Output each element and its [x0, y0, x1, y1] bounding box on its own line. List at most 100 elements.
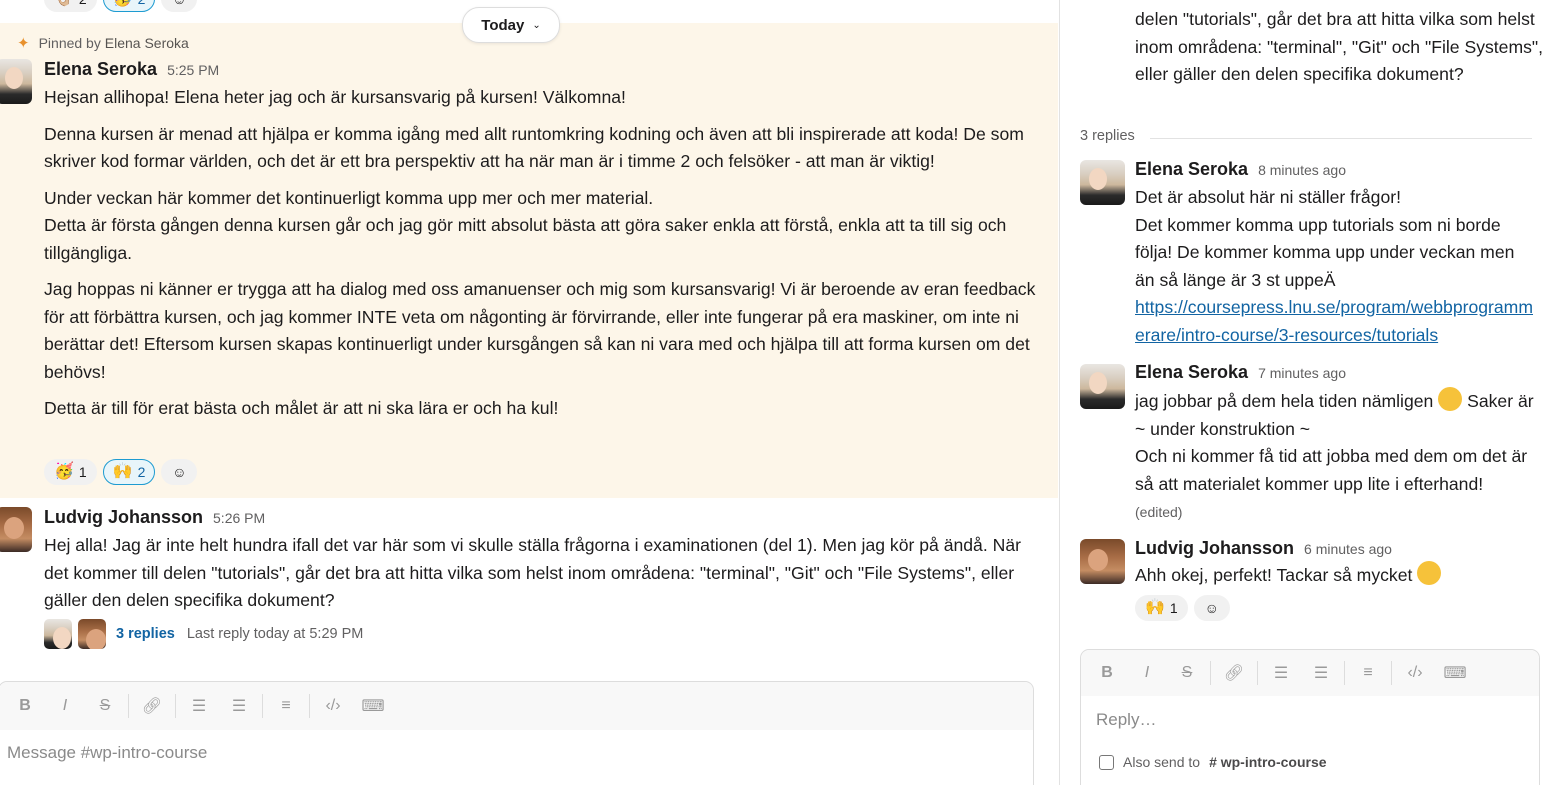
code-block-icon[interactable]: ⌨: [1435, 657, 1475, 689]
strikethrough-icon[interactable]: S: [85, 690, 125, 722]
reply-header: Elena Seroka 8 minutes ago: [1135, 159, 1346, 180]
thread-pane: delen "tutorials", går det bra att hitta…: [1059, 0, 1558, 785]
timestamp[interactable]: 8 minutes ago: [1258, 162, 1346, 178]
author-name[interactable]: Elena Seroka: [44, 59, 157, 80]
bullet-list-icon[interactable]: ☰: [219, 690, 259, 722]
reaction-party[interactable]: 🥳 2: [102, 0, 156, 12]
message-composer: B I S 🔗︎ ☰ ☰ ≡ ‹/› ⌨ Message #wp-intro-c…: [0, 681, 1034, 785]
formatting-toolbar: B I S 🔗︎ ☰ ☰ ≡ ‹/› ⌨: [0, 682, 1033, 730]
toolbar-divider: [1257, 661, 1258, 685]
message-paragraph: Under veckan här kommer det kontinuerlig…: [44, 187, 654, 208]
raised-hands-emoji: 🙌: [112, 463, 133, 480]
code-block-icon[interactable]: ⌨: [353, 690, 393, 722]
reply-header: Elena Seroka 7 minutes ago: [1135, 362, 1346, 383]
link-icon[interactable]: 🔗︎: [1214, 657, 1254, 689]
author-name[interactable]: Elena Seroka: [1135, 362, 1248, 383]
author-name[interactable]: Elena Seroka: [1135, 159, 1248, 180]
reaction-count: 2: [79, 0, 87, 7]
ordered-list-icon[interactable]: ☰: [1261, 657, 1301, 689]
message-paragraph: Jag hoppas ni känner er trygga att ha di…: [44, 279, 1036, 382]
blockquote-icon[interactable]: ≡: [1348, 657, 1388, 689]
pinned-prefix: Pinned by: [38, 35, 101, 51]
toolbar-divider: [1210, 661, 1211, 685]
code-icon[interactable]: ‹/›: [313, 690, 353, 722]
reply-avatar: [44, 619, 72, 649]
toolbar-divider: [309, 694, 310, 718]
timestamp[interactable]: 6 minutes ago: [1304, 541, 1392, 557]
message-paragraph: Hejsan allihopa! Elena heter jag och är …: [44, 87, 626, 107]
raised-hands-emoji: 🙌: [1145, 599, 1165, 616]
reply-body: Det är absolut här ni ställer frågor! De…: [1135, 184, 1535, 349]
message-body: Hejsan allihopa! Elena heter jag och är …: [44, 84, 1044, 432]
author-name[interactable]: Ludvig Johansson: [1135, 538, 1294, 559]
author-name[interactable]: Ludvig Johansson: [44, 507, 203, 528]
code-icon[interactable]: ‹/›: [1395, 657, 1435, 689]
avatar[interactable]: [0, 59, 32, 104]
avatar[interactable]: [0, 507, 32, 552]
tutorials-link[interactable]: https://coursepress.lnu.se/program/webbp…: [1135, 297, 1533, 345]
reply-header: Ludvig Johansson 6 minutes ago: [1135, 538, 1392, 559]
message-paragraph: Denna kursen är menad att hjälpa er komm…: [44, 123, 1024, 172]
add-reaction-button[interactable]: ☺: [161, 459, 198, 485]
toolbar-divider: [128, 694, 129, 718]
add-reaction-icon: ☺: [172, 0, 186, 7]
timestamp[interactable]: 5:25 PM: [167, 62, 219, 78]
timestamp[interactable]: 7 minutes ago: [1258, 365, 1346, 381]
thread-parent-message: delen "tutorials", går det bra att hitta…: [1135, 9, 1544, 84]
thread-reply-count: 3 replies: [1080, 128, 1135, 144]
add-reaction-button[interactable]: ☺: [1193, 595, 1230, 621]
toolbar-divider: [1391, 661, 1392, 685]
bold-icon[interactable]: B: [5, 690, 45, 722]
italic-icon[interactable]: I: [45, 690, 85, 722]
reaction-ok-hand[interactable]: 👌🏼 2: [44, 0, 97, 12]
timestamp[interactable]: 5:26 PM: [213, 510, 265, 526]
message-header: Elena Seroka 5:25 PM: [44, 59, 219, 80]
message-header: Ludvig Johansson 5:26 PM: [44, 507, 265, 528]
strikethrough-icon[interactable]: S: [1167, 657, 1207, 689]
also-send-checkbox[interactable]: [1099, 754, 1114, 770]
toolbar-divider: [1344, 661, 1345, 685]
reply-text: jag jobbar på dem hela tiden nämligen: [1135, 391, 1434, 411]
bullet-list-icon[interactable]: ☰: [1301, 657, 1341, 689]
winking-face-emoji: [1438, 387, 1463, 411]
avatar[interactable]: [1080, 539, 1125, 584]
party-emoji: 🥳: [113, 0, 133, 7]
avatar[interactable]: [1080, 364, 1125, 409]
reaction-raised-hands[interactable]: 🙌 2: [102, 459, 156, 485]
reply-text: Och ni kommer få tid att jobba med dem o…: [1135, 446, 1528, 494]
reaction-party[interactable]: 🥳 1: [44, 459, 97, 485]
link-icon[interactable]: 🔗︎: [132, 690, 172, 722]
reply-input[interactable]: Reply…: [1081, 696, 1539, 740]
smiling-face-emoji: [1417, 561, 1442, 585]
previous-message-reactions: 👌🏼 2 🥳 2 ☺: [44, 0, 198, 12]
channel-pane: 👌🏼 2 🥳 2 ☺ Today ⌄ ✦ Pinned by Elena Ser…: [0, 0, 1058, 785]
reply-line: Det kommer komma upp tutorials som ni bo…: [1135, 214, 1515, 290]
reply-line: Det är absolut här ni ställer frågor!: [1135, 187, 1401, 207]
replies-link[interactable]: 3 replies: [116, 626, 175, 642]
date-divider-label: Today: [481, 16, 525, 34]
chevron-down-icon: ⌄: [532, 19, 541, 31]
toolbar-divider: [175, 694, 176, 718]
reaction-count: 2: [137, 464, 146, 480]
blockquote-icon[interactable]: ≡: [266, 690, 306, 722]
pin-icon: ✦: [17, 35, 30, 52]
ordered-list-icon[interactable]: ☰: [179, 690, 219, 722]
bold-icon[interactable]: B: [1087, 657, 1127, 689]
message-input[interactable]: Message #wp-intro-course: [0, 730, 1033, 776]
date-divider-button[interactable]: Today ⌄: [462, 7, 560, 43]
add-reaction-button[interactable]: ☺: [161, 0, 198, 12]
avatar[interactable]: [1080, 160, 1125, 205]
reply-reactions: 🙌 1 ☺: [1135, 595, 1230, 621]
reaction-count: 1: [78, 464, 87, 480]
message-reactions: 🥳 1 🙌 2 ☺: [44, 459, 198, 485]
message-body: Hej alla! Jag är inte helt hundra ifall …: [44, 535, 1021, 610]
also-send-option[interactable]: Also send to # wp-intro-course: [1099, 754, 1327, 770]
thread-summary[interactable]: 3 replies Last reply today at 5:29 PM: [44, 619, 363, 649]
reaction-count: 2: [138, 0, 146, 7]
reaction-raised-hands[interactable]: 🙌 1: [1135, 595, 1188, 621]
italic-icon[interactable]: I: [1127, 657, 1167, 689]
reply-text: Ahh okej, perfekt! Tackar så mycket: [1135, 565, 1413, 585]
add-reaction-icon: ☺: [1204, 600, 1219, 616]
toolbar-divider: [262, 694, 263, 718]
reply-avatar: [78, 619, 106, 649]
